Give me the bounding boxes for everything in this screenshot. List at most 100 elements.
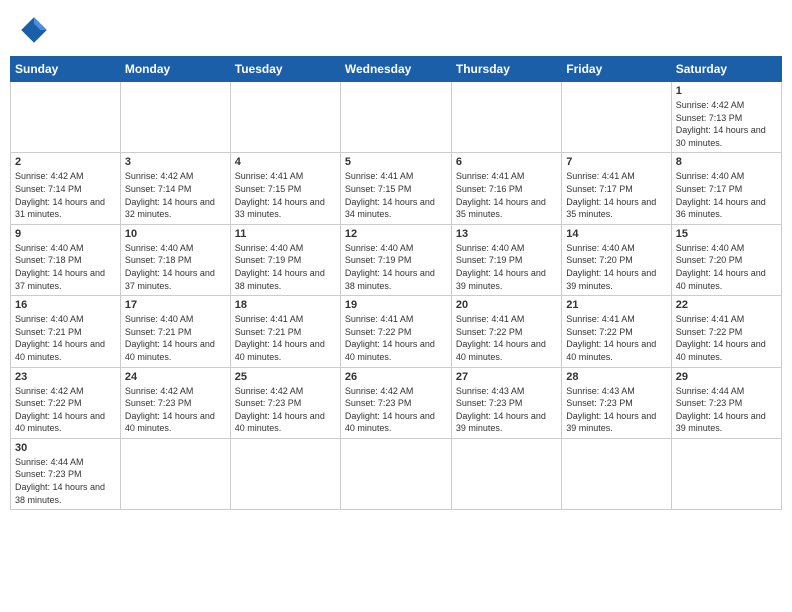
calendar-cell: 26 Sunrise: 4:42 AM Sunset: 7:23 PM Dayli… (340, 367, 451, 438)
day-info: Sunrise: 4:41 AM Sunset: 7:22 PM Dayligh… (676, 313, 777, 363)
calendar-cell: 4Sunrise: 4:41 AM Sunset: 7:15 PM Daylig… (230, 153, 340, 224)
day-number: 6 (456, 156, 557, 168)
day-info: Sunrise: 4:40 AM Sunset: 7:21 PM Dayligh… (125, 313, 226, 363)
day-number: 30 (15, 442, 116, 454)
calendar-cell (340, 82, 451, 153)
day-info: Sunrise: 4:40 AM Sunset: 7:18 PM Dayligh… (15, 242, 116, 292)
calendar-cell: 11 Sunrise: 4:40 AM Sunset: 7:19 PM Dayli… (230, 224, 340, 295)
calendar-cell (340, 438, 451, 509)
weekday-header-row: SundayMondayTuesdayWednesdayThursdayFrid… (11, 57, 782, 82)
calendar-cell: 9 Sunrise: 4:40 AM Sunset: 7:18 PM Daylig… (11, 224, 121, 295)
calendar-cell: 27 Sunrise: 4:43 AM Sunset: 7:23 PM Dayli… (451, 367, 561, 438)
calendar-cell: 1 Sunrise: 4:42 AM Sunset: 7:13 PM Daylig… (671, 82, 781, 153)
day-number: 28 (566, 371, 666, 383)
day-info: Sunrise: 4:41 AM Sunset: 7:22 PM Dayligh… (345, 313, 447, 363)
calendar-cell: 2 Sunrise: 4:42 AM Sunset: 7:14 PM Daylig… (11, 153, 121, 224)
day-number: 7 (566, 156, 666, 168)
weekday-header-wednesday: Wednesday (340, 57, 451, 82)
weekday-header-monday: Monday (120, 57, 230, 82)
day-number: 5 (345, 156, 447, 168)
calendar-cell (11, 82, 121, 153)
day-number: 11 (235, 228, 336, 240)
day-info: Sunrise: 4:40 AM Sunset: 7:20 PM Dayligh… (566, 242, 666, 292)
day-number: 16 (15, 299, 116, 311)
day-number: 1 (676, 85, 777, 97)
day-info: Sunrise: 4:41 AM Sunset: 7:17 PM Dayligh… (566, 170, 666, 220)
calendar-cell: 29 Sunrise: 4:44 AM Sunset: 7:23 PM Dayli… (671, 367, 781, 438)
day-info: Sunrise: 4:42 AM Sunset: 7:13 PM Dayligh… (676, 99, 777, 149)
calendar-cell (562, 438, 671, 509)
day-number: 10 (125, 228, 226, 240)
calendar-cell: 30Sunrise: 4:44 AM Sunset: 7:23 PM Dayli… (11, 438, 121, 509)
day-number: 18 (235, 299, 336, 311)
logo-icon (18, 14, 50, 46)
day-info: Sunrise: 4:41 AM Sunset: 7:16 PM Dayligh… (456, 170, 557, 220)
calendar-cell: 3 Sunrise: 4:42 AM Sunset: 7:14 PM Daylig… (120, 153, 230, 224)
day-number: 29 (676, 371, 777, 383)
day-number: 22 (676, 299, 777, 311)
day-info: Sunrise: 4:42 AM Sunset: 7:14 PM Dayligh… (15, 170, 116, 220)
day-number: 20 (456, 299, 557, 311)
calendar-cell (120, 438, 230, 509)
day-number: 14 (566, 228, 666, 240)
calendar-cell (230, 438, 340, 509)
calendar-cell (451, 82, 561, 153)
calendar-cell: 18 Sunrise: 4:41 AM Sunset: 7:21 PM Dayli… (230, 296, 340, 367)
day-info: Sunrise: 4:44 AM Sunset: 7:23 PM Dayligh… (676, 385, 777, 435)
day-info: Sunrise: 4:41 AM Sunset: 7:21 PM Dayligh… (235, 313, 336, 363)
calendar-cell: 7 Sunrise: 4:41 AM Sunset: 7:17 PM Daylig… (562, 153, 671, 224)
logo (18, 14, 54, 46)
day-number: 25 (235, 371, 336, 383)
day-number: 24 (125, 371, 226, 383)
calendar-week-2: 2 Sunrise: 4:42 AM Sunset: 7:14 PM Daylig… (11, 153, 782, 224)
day-info: Sunrise: 4:43 AM Sunset: 7:23 PM Dayligh… (566, 385, 666, 435)
calendar-cell (671, 438, 781, 509)
calendar-table: SundayMondayTuesdayWednesdayThursdayFrid… (10, 56, 782, 510)
day-info: Sunrise: 4:40 AM Sunset: 7:19 PM Dayligh… (456, 242, 557, 292)
day-number: 19 (345, 299, 447, 311)
weekday-header-thursday: Thursday (451, 57, 561, 82)
day-info: Sunrise: 4:42 AM Sunset: 7:22 PM Dayligh… (15, 385, 116, 435)
calendar-cell (230, 82, 340, 153)
calendar-cell: 22 Sunrise: 4:41 AM Sunset: 7:22 PM Dayli… (671, 296, 781, 367)
day-info: Sunrise: 4:42 AM Sunset: 7:14 PM Dayligh… (125, 170, 226, 220)
day-number: 13 (456, 228, 557, 240)
day-info: Sunrise: 4:42 AM Sunset: 7:23 PM Dayligh… (125, 385, 226, 435)
day-number: 3 (125, 156, 226, 168)
day-info: Sunrise: 4:40 AM Sunset: 7:17 PM Dayligh… (676, 170, 777, 220)
calendar-cell: 8Sunrise: 4:40 AM Sunset: 7:17 PM Daylig… (671, 153, 781, 224)
day-number: 12 (345, 228, 447, 240)
day-number: 2 (15, 156, 116, 168)
calendar-week-3: 9 Sunrise: 4:40 AM Sunset: 7:18 PM Daylig… (11, 224, 782, 295)
calendar-cell: 17 Sunrise: 4:40 AM Sunset: 7:21 PM Dayli… (120, 296, 230, 367)
day-number: 15 (676, 228, 777, 240)
day-number: 23 (15, 371, 116, 383)
day-info: Sunrise: 4:43 AM Sunset: 7:23 PM Dayligh… (456, 385, 557, 435)
day-number: 21 (566, 299, 666, 311)
calendar-cell: 16 Sunrise: 4:40 AM Sunset: 7:21 PM Dayli… (11, 296, 121, 367)
day-info: Sunrise: 4:42 AM Sunset: 7:23 PM Dayligh… (345, 385, 447, 435)
weekday-header-friday: Friday (562, 57, 671, 82)
calendar-week-6: 30Sunrise: 4:44 AM Sunset: 7:23 PM Dayli… (11, 438, 782, 509)
day-info: Sunrise: 4:40 AM Sunset: 7:19 PM Dayligh… (235, 242, 336, 292)
calendar-cell: 14 Sunrise: 4:40 AM Sunset: 7:20 PM Dayli… (562, 224, 671, 295)
calendar-week-1: 1 Sunrise: 4:42 AM Sunset: 7:13 PM Daylig… (11, 82, 782, 153)
calendar-cell: 15Sunrise: 4:40 AM Sunset: 7:20 PM Dayli… (671, 224, 781, 295)
day-number: 26 (345, 371, 447, 383)
calendar-cell: 6 Sunrise: 4:41 AM Sunset: 7:16 PM Daylig… (451, 153, 561, 224)
calendar-cell: 28 Sunrise: 4:43 AM Sunset: 7:23 PM Dayli… (562, 367, 671, 438)
day-info: Sunrise: 4:40 AM Sunset: 7:21 PM Dayligh… (15, 313, 116, 363)
calendar-cell: 12Sunrise: 4:40 AM Sunset: 7:19 PM Dayli… (340, 224, 451, 295)
calendar-week-4: 16 Sunrise: 4:40 AM Sunset: 7:21 PM Dayli… (11, 296, 782, 367)
calendar-cell (562, 82, 671, 153)
day-number: 27 (456, 371, 557, 383)
day-number: 4 (235, 156, 336, 168)
weekday-header-saturday: Saturday (671, 57, 781, 82)
calendar-cell: 19 Sunrise: 4:41 AM Sunset: 7:22 PM Dayli… (340, 296, 451, 367)
page-header (10, 10, 782, 50)
calendar-cell: 5Sunrise: 4:41 AM Sunset: 7:15 PM Daylig… (340, 153, 451, 224)
day-info: Sunrise: 4:40 AM Sunset: 7:18 PM Dayligh… (125, 242, 226, 292)
day-number: 9 (15, 228, 116, 240)
day-number: 17 (125, 299, 226, 311)
calendar-cell: 24 Sunrise: 4:42 AM Sunset: 7:23 PM Dayli… (120, 367, 230, 438)
